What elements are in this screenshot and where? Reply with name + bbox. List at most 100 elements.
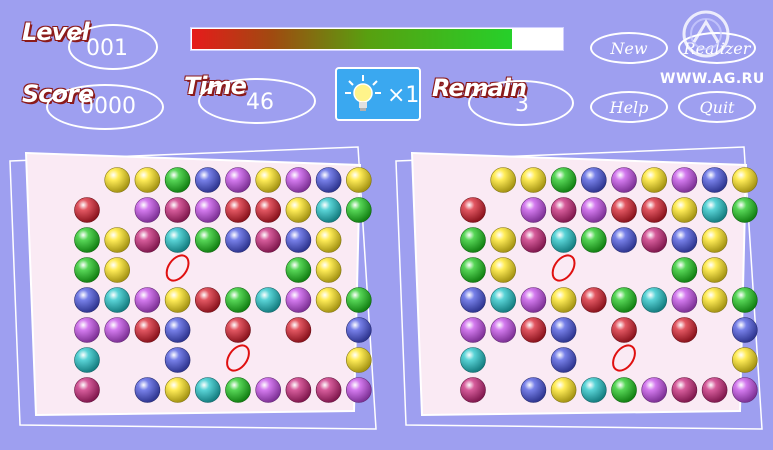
ball[interactable]: [134, 167, 161, 193]
ball[interactable]: [460, 347, 486, 373]
ball[interactable]: [104, 167, 130, 193]
ball[interactable]: [134, 377, 161, 403]
ball[interactable]: [731, 287, 758, 313]
ball[interactable]: [731, 167, 758, 193]
ball[interactable]: [611, 167, 637, 193]
ball[interactable]: [225, 377, 251, 403]
ball[interactable]: [164, 377, 191, 403]
new-button[interactable]: New: [590, 32, 668, 64]
ball[interactable]: [701, 167, 728, 193]
ball[interactable]: [581, 167, 607, 193]
ball[interactable]: [671, 257, 698, 283]
ball[interactable]: [550, 347, 577, 373]
ball[interactable]: [460, 257, 486, 283]
ball[interactable]: [581, 227, 607, 253]
ball[interactable]: [285, 287, 312, 313]
ball[interactable]: [74, 317, 100, 343]
ball[interactable]: [285, 377, 312, 403]
ball[interactable]: [315, 287, 342, 313]
ball[interactable]: [641, 197, 668, 223]
ball[interactable]: [345, 347, 372, 373]
ball[interactable]: [315, 227, 342, 253]
ball[interactable]: [285, 257, 312, 283]
left-board[interactable]: [8, 143, 378, 433]
ball[interactable]: [490, 257, 516, 283]
ball[interactable]: [345, 287, 372, 313]
ball[interactable]: [490, 287, 516, 313]
ball[interactable]: [164, 167, 191, 193]
ball[interactable]: [701, 227, 728, 253]
ball[interactable]: [345, 167, 372, 193]
ball[interactable]: [490, 227, 516, 253]
ball[interactable]: [460, 377, 486, 403]
ball[interactable]: [611, 227, 637, 253]
ball[interactable]: [581, 197, 607, 223]
ball[interactable]: [285, 317, 312, 343]
ball[interactable]: [74, 347, 100, 373]
ball[interactable]: [520, 227, 547, 253]
ball[interactable]: [520, 287, 547, 313]
ball[interactable]: [671, 197, 698, 223]
ball[interactable]: [195, 197, 221, 223]
ball[interactable]: [345, 317, 372, 343]
ball[interactable]: [134, 317, 161, 343]
ball[interactable]: [701, 287, 728, 313]
ball[interactable]: [550, 197, 577, 223]
ball[interactable]: [195, 227, 221, 253]
ball[interactable]: [134, 287, 161, 313]
ball[interactable]: [581, 377, 607, 403]
ball[interactable]: [225, 287, 251, 313]
ball[interactable]: [195, 287, 221, 313]
ball[interactable]: [460, 197, 486, 223]
ball[interactable]: [195, 167, 221, 193]
ball[interactable]: [520, 197, 547, 223]
ball[interactable]: [315, 377, 342, 403]
ball[interactable]: [550, 377, 577, 403]
ball[interactable]: [460, 317, 486, 343]
ball[interactable]: [74, 287, 100, 313]
ball[interactable]: [611, 317, 637, 343]
ball[interactable]: [104, 287, 130, 313]
ball[interactable]: [671, 167, 698, 193]
ball[interactable]: [104, 227, 130, 253]
ball[interactable]: [701, 257, 728, 283]
ball[interactable]: [641, 287, 668, 313]
ball[interactable]: [74, 257, 100, 283]
ball[interactable]: [731, 317, 758, 343]
ball[interactable]: [671, 287, 698, 313]
ball[interactable]: [671, 227, 698, 253]
ball[interactable]: [285, 197, 312, 223]
ball[interactable]: [225, 227, 251, 253]
ball[interactable]: [255, 197, 282, 223]
right-board[interactable]: [394, 143, 764, 433]
ball[interactable]: [671, 317, 698, 343]
ball[interactable]: [550, 227, 577, 253]
ball[interactable]: [255, 377, 282, 403]
ball[interactable]: [731, 377, 758, 403]
ball[interactable]: [285, 227, 312, 253]
ball[interactable]: [731, 197, 758, 223]
ball[interactable]: [581, 287, 607, 313]
hint-button[interactable]: ×1: [335, 67, 421, 121]
ball[interactable]: [611, 377, 637, 403]
ball[interactable]: [550, 287, 577, 313]
ball[interactable]: [315, 257, 342, 283]
ball[interactable]: [164, 347, 191, 373]
ball[interactable]: [255, 167, 282, 193]
ball[interactable]: [460, 227, 486, 253]
ball[interactable]: [731, 347, 758, 373]
quit-button[interactable]: Quit: [678, 91, 756, 123]
ball[interactable]: [641, 167, 668, 193]
ball[interactable]: [611, 287, 637, 313]
ball[interactable]: [641, 377, 668, 403]
ball[interactable]: [641, 227, 668, 253]
ball[interactable]: [74, 197, 100, 223]
ball[interactable]: [104, 317, 130, 343]
ball[interactable]: [701, 197, 728, 223]
ball[interactable]: [490, 317, 516, 343]
ball[interactable]: [195, 377, 221, 403]
ball[interactable]: [315, 167, 342, 193]
ball[interactable]: [345, 377, 372, 403]
ball[interactable]: [134, 227, 161, 253]
ball[interactable]: [315, 197, 342, 223]
